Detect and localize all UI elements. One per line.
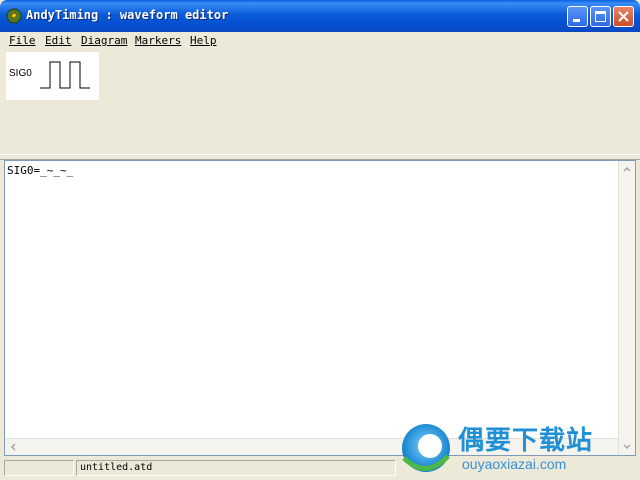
menu-help[interactable]: Help — [190, 34, 217, 47]
menu-edit[interactable]: Edit — [45, 34, 72, 47]
close-button[interactable] — [613, 6, 634, 27]
watermark-subtitle: ouyaoxiazai.com — [462, 456, 567, 472]
text-editor[interactable]: SIG0=_~_~_ — [4, 160, 636, 456]
vertical-scrollbar[interactable] — [618, 161, 635, 455]
scroll-left-button[interactable] — [5, 439, 21, 455]
menu-diagram[interactable]: Diagram — [81, 34, 127, 47]
minimize-button[interactable] — [567, 6, 588, 27]
status-cell-filename: untitled.atd — [76, 460, 396, 476]
title-bar[interactable]: AndyTiming : waveform editor — [0, 0, 640, 32]
watermark: 偶要下载站 ouyaoxiazai.com — [396, 418, 632, 480]
menu-file[interactable]: File — [9, 34, 36, 47]
close-icon — [618, 11, 629, 22]
watermark-title: 偶要下载站 — [458, 426, 594, 456]
editor-content[interactable]: SIG0=_~_~_ — [7, 164, 73, 177]
status-filename: untitled.atd — [80, 462, 153, 473]
arrow-left-icon — [10, 443, 16, 451]
signal-name-label: SIG0 — [9, 68, 32, 79]
waveform-trace — [40, 61, 90, 89]
arrow-up-icon — [623, 166, 631, 172]
watermark-logo-icon — [402, 424, 450, 472]
minimize-icon — [573, 19, 580, 22]
waveform-diagram[interactable]: SIG0 — [6, 52, 99, 100]
menu-markers[interactable]: Markers — [135, 34, 181, 47]
status-cell-left — [4, 460, 74, 476]
window-title: AndyTiming : waveform editor — [26, 8, 229, 22]
maximize-button[interactable] — [590, 6, 611, 27]
diagram-pane[interactable]: SIG0 — [4, 50, 636, 154]
menu-bar: File Edit Diagram Markers Help — [0, 32, 640, 50]
maximize-icon — [595, 11, 606, 22]
scroll-up-button[interactable] — [619, 161, 635, 177]
app-lightning-icon[interactable] — [6, 8, 22, 24]
